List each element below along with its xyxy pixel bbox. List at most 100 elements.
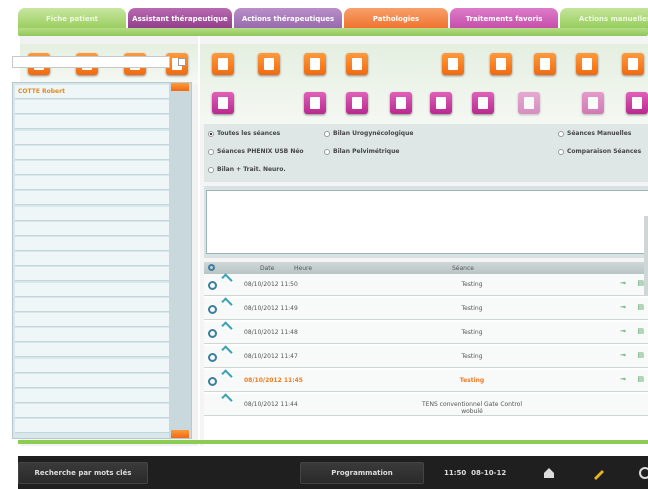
report-icon[interactable]: ▤ [637, 303, 644, 311]
expand-icon[interactable] [221, 273, 233, 285]
report-icon[interactable]: ▤ [637, 279, 644, 287]
session-row[interactable]: 08/10/2012 11:45 Testing ⊸ ▤ [204, 369, 648, 392]
key-icon[interactable]: ⊸ [620, 351, 626, 359]
scroll-down-icon[interactable] [171, 430, 189, 438]
play-icon [582, 58, 592, 70]
patient-row[interactable] [15, 161, 171, 175]
patient-row[interactable] [15, 100, 171, 115]
patient-row[interactable] [15, 389, 171, 403]
view-session-icon[interactable] [208, 353, 217, 362]
expand-icon[interactable] [221, 321, 233, 333]
open-session-button[interactable] [258, 53, 280, 75]
patient-row[interactable] [15, 282, 171, 297]
patient-row[interactable] [15, 252, 171, 267]
session-scrollbar[interactable] [644, 216, 648, 296]
option-bilan-uro[interactable]: Bilan Urogynécologique [324, 130, 413, 137]
radio-off-icon [208, 148, 214, 155]
new-session-button[interactable] [212, 53, 234, 75]
probe-button[interactable] [212, 92, 234, 114]
patient-row[interactable] [15, 328, 171, 343]
tab-fiche-patient[interactable]: Fiche patient [18, 8, 126, 30]
palette-button[interactable] [626, 92, 648, 114]
option-toutes[interactable]: Toutes les séances [208, 130, 280, 137]
session-table-header: Date Heure Séance [204, 262, 648, 274]
patient-row[interactable] [15, 343, 171, 358]
patient-row[interactable] [15, 404, 171, 419]
patient-scrollbar[interactable] [169, 83, 191, 438]
delete-session-button[interactable] [304, 53, 326, 75]
key-icon[interactable]: ⊸ [620, 375, 626, 383]
tab-pathologies[interactable]: Pathologies [344, 8, 448, 30]
chart-button[interactable] [490, 53, 512, 75]
patient-row[interactable] [15, 221, 171, 236]
expand-icon[interactable] [221, 345, 233, 357]
patient-row[interactable] [15, 145, 171, 160]
report-icon[interactable]: ▤ [637, 351, 644, 359]
search-icon[interactable] [208, 264, 215, 271]
view-session-icon[interactable] [208, 305, 217, 314]
patient-row[interactable] [15, 267, 171, 282]
option-phenix[interactable]: Séances PHENIX USB Néo [208, 148, 304, 155]
tab-actions-manuelles[interactable]: Actions manuelles [560, 8, 648, 30]
patient-row[interactable] [15, 237, 171, 251]
wrench-icon[interactable] [592, 466, 606, 480]
print-button[interactable] [346, 53, 368, 75]
radio-off-icon [558, 130, 564, 137]
option-manuelles[interactable]: Séances Manuelles [558, 130, 631, 137]
patient-row[interactable] [15, 206, 171, 221]
option-bilan-pelvi[interactable]: Bilan Pelvimétrique [324, 148, 399, 155]
patient-row[interactable] [15, 419, 171, 434]
sensor-button[interactable] [430, 92, 452, 114]
view-session-icon[interactable] [208, 329, 217, 338]
patient-row[interactable] [15, 297, 171, 312]
key-icon[interactable]: ⊸ [620, 327, 626, 335]
electrode-button[interactable] [304, 92, 326, 114]
tab-actions-therapeutiques[interactable]: Actions thérapeutiques [234, 8, 342, 30]
view-session-icon[interactable] [208, 377, 217, 386]
key-icon[interactable]: ⊸ [620, 303, 626, 311]
patient-row[interactable] [15, 130, 171, 145]
info-button[interactable] [622, 53, 644, 75]
pdf-button[interactable] [534, 53, 556, 75]
expand-icon[interactable] [221, 393, 233, 405]
tab-traitements-favoris[interactable]: Traitements favoris [450, 8, 558, 30]
calendar-button[interactable] [442, 53, 464, 75]
patient-row[interactable] [15, 176, 171, 191]
session-row[interactable]: 08/10/2012 11:48 Testing ⊸ ▤ [204, 321, 648, 344]
keyword-search-button[interactable]: Recherche par mots clés [18, 462, 148, 484]
program-button[interactable] [390, 92, 412, 114]
session-row[interactable]: 08/10/2012 11:44 TENS conventionnel Gate … [204, 393, 648, 416]
session-row[interactable]: 08/10/2012 11:50 Testing ⊸ ▤ [204, 273, 648, 296]
patient-row[interactable] [15, 373, 171, 388]
patient-list[interactable]: COTTE Robert [12, 82, 192, 439]
patient-row[interactable] [15, 313, 171, 327]
stim-button[interactable] [346, 92, 368, 114]
option-comparaison[interactable]: Comparaison Séances [558, 148, 641, 155]
patient-row[interactable] [15, 191, 171, 206]
option-label: Bilan + Trait. Neuro. [217, 166, 286, 173]
cut-button[interactable] [472, 92, 494, 114]
session-row[interactable]: 08/10/2012 11:47 Testing ⊸ ▤ [204, 345, 648, 368]
notes-textarea[interactable] [206, 190, 648, 254]
tab-assistant-therapeutique[interactable]: Assistant thérapeutique [128, 8, 232, 30]
expand-icon[interactable] [221, 297, 233, 309]
report-icon[interactable]: ▤ [637, 327, 644, 335]
patient-row[interactable] [15, 358, 171, 373]
search-checkbox[interactable] [178, 58, 186, 66]
programmation-button[interactable]: Programmation [300, 462, 424, 484]
patient-search-input[interactable] [12, 56, 170, 68]
box-button[interactable] [582, 92, 604, 114]
scroll-up-icon[interactable] [171, 83, 189, 91]
patient-row[interactable] [15, 115, 171, 130]
report-icon[interactable]: ▤ [637, 375, 644, 383]
patient-row[interactable]: COTTE Robert [15, 85, 171, 99]
play-button[interactable] [576, 53, 598, 75]
key-icon[interactable]: ⊸ [620, 279, 626, 287]
view-session-icon[interactable] [208, 281, 217, 290]
expand-icon[interactable] [221, 369, 233, 381]
option-neuro[interactable]: Bilan + Trait. Neuro. [208, 166, 286, 173]
session-row[interactable]: 08/10/2012 11:49 Testing ⊸ ▤ [204, 297, 648, 320]
curve-button[interactable] [518, 92, 540, 114]
power-icon[interactable] [638, 466, 648, 480]
home-icon[interactable] [542, 466, 556, 480]
